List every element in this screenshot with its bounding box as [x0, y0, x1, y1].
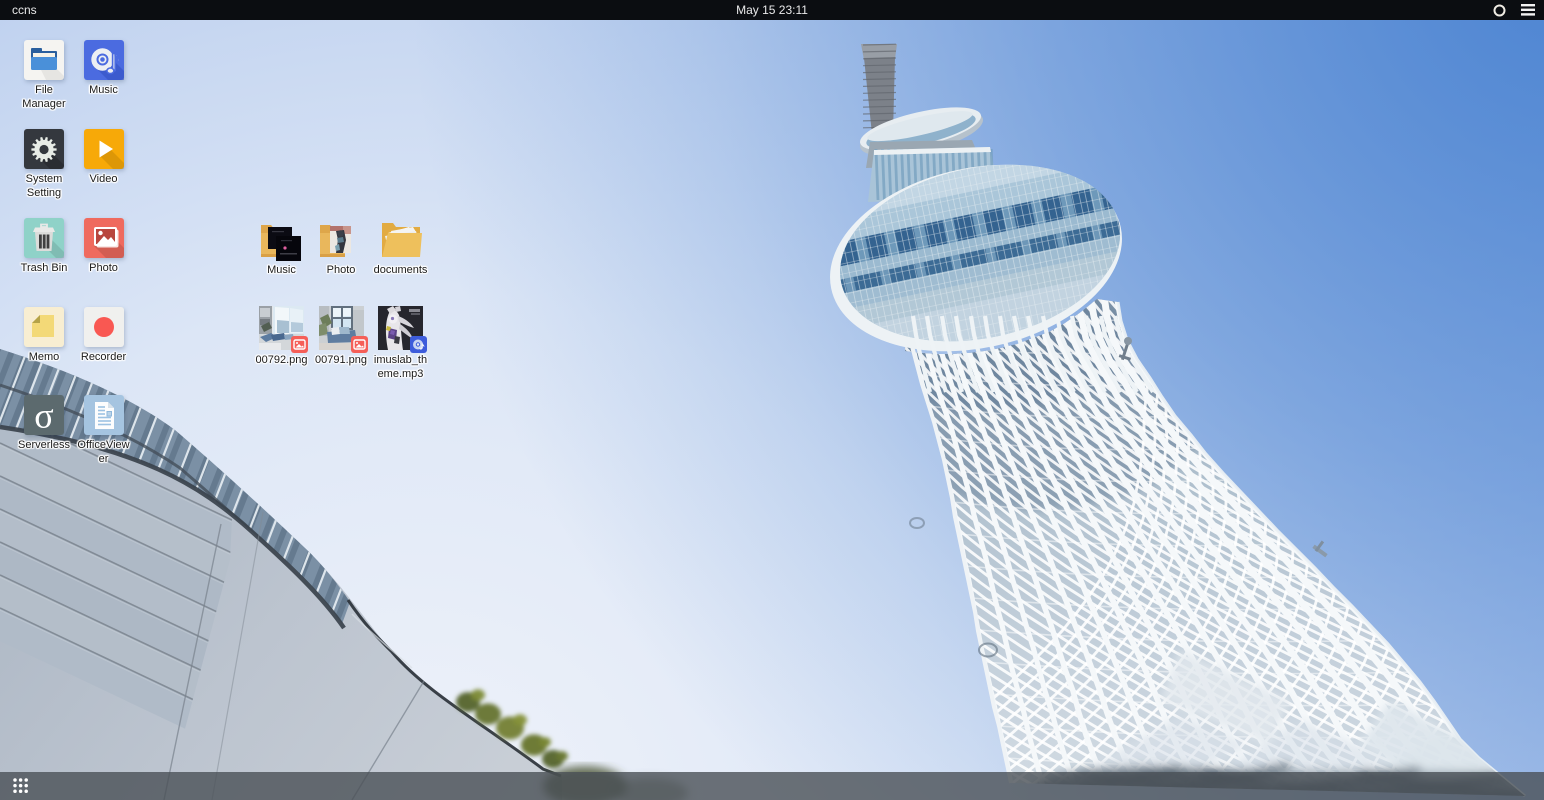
svg-text:σ: σ: [34, 396, 53, 436]
